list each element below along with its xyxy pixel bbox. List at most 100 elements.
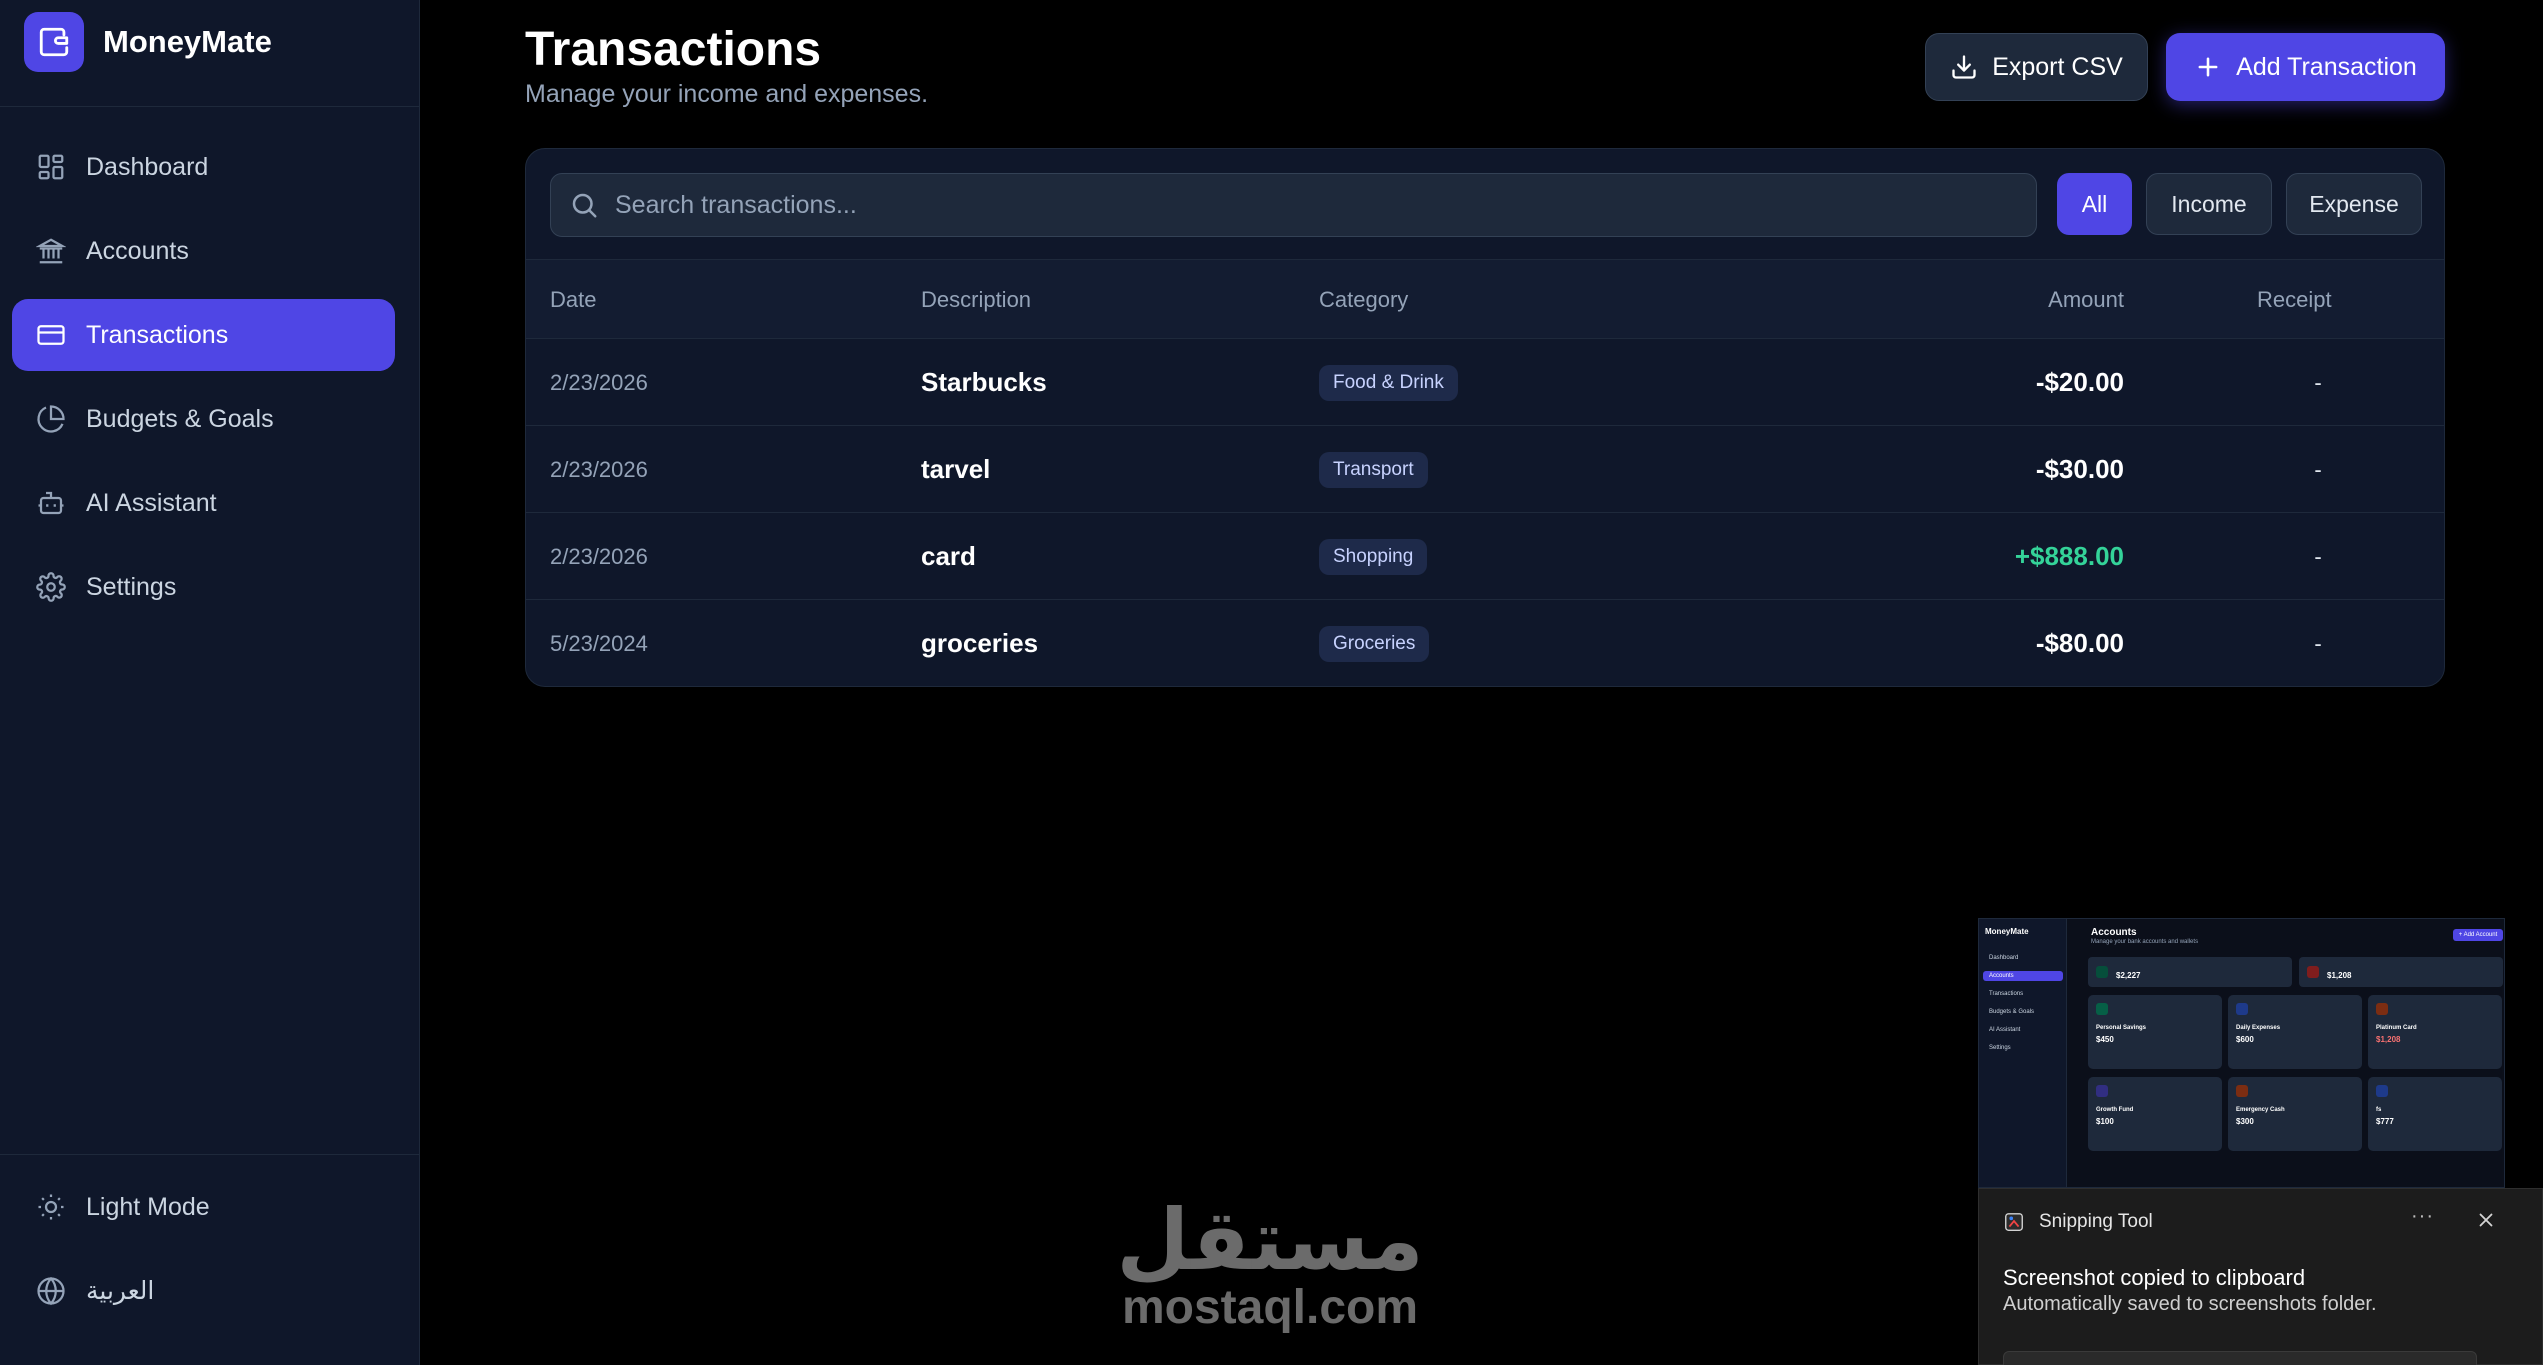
sidebar-item-budgets-goals[interactable]: Budgets & Goals bbox=[12, 383, 395, 455]
sidebar-nav: Dashboard Accounts Transactions Budgets … bbox=[12, 131, 395, 635]
watermark-arabic: مستقل bbox=[1116, 1193, 1424, 1287]
thumbnail-nav-item: Dashboard bbox=[1989, 955, 2019, 961]
thumbnail-nav-item: Accounts bbox=[1983, 971, 2063, 981]
row-description: tarvel bbox=[921, 454, 991, 484]
filter-label: Income bbox=[2171, 190, 2247, 217]
sidebar-item-dashboard[interactable]: Dashboard bbox=[12, 131, 395, 203]
thumbnail-subtitle: Manage your bank accounts and wallets bbox=[2091, 939, 2199, 945]
column-header-date[interactable]: Date bbox=[550, 260, 596, 340]
filter-label: All bbox=[2081, 190, 2108, 217]
language-toggle-label: العربية bbox=[86, 1277, 155, 1305]
thumbnail-nav-item: Transactions bbox=[1989, 991, 2024, 997]
row-amount: -$80.00 bbox=[2035, 628, 2124, 658]
row-date: 2/23/2026 bbox=[550, 369, 648, 395]
row-receipt: - bbox=[2314, 630, 2322, 656]
theme-toggle[interactable]: Light Mode bbox=[0, 1171, 420, 1243]
search-icon bbox=[572, 193, 597, 218]
sidebar-item-label: Transactions bbox=[86, 320, 229, 349]
more-options-icon[interactable]: ··· bbox=[2411, 1205, 2434, 1228]
thumbnail-account-tile: Growth Fund $100 bbox=[2088, 1077, 2222, 1151]
wallet-icon bbox=[24, 12, 84, 72]
column-header-receipt[interactable]: Receipt bbox=[2257, 260, 2332, 340]
transactions-card: All Income Expense Date Description Cate… bbox=[525, 148, 2445, 687]
notification-title: Screenshot copied to clipboard bbox=[2003, 1265, 2306, 1290]
thumbnail-sidebar: MoneyMate Dashboard Accounts Transaction… bbox=[1979, 919, 2067, 1187]
column-header-category[interactable]: Category bbox=[1319, 260, 1408, 340]
filter-all-button[interactable]: All bbox=[2057, 173, 2132, 235]
close-icon[interactable] bbox=[2475, 1209, 2497, 1231]
thumbnail-stat: $2,227 bbox=[2088, 957, 2292, 987]
add-transaction-label: Add Transaction bbox=[2236, 52, 2417, 81]
table-row[interactable]: 5/23/2024 groceries Groceries -$80.00 - bbox=[526, 600, 2444, 686]
download-icon bbox=[1952, 55, 1976, 79]
row-description: groceries bbox=[921, 628, 1039, 658]
notification-body: Automatically saved to screenshots folde… bbox=[2003, 1293, 2377, 1315]
add-transaction-button[interactable]: Add Transaction bbox=[2166, 33, 2445, 101]
screenshot-thumbnail[interactable]: MoneyMate Dashboard Accounts Transaction… bbox=[1978, 918, 2505, 1188]
snipping-tool-notification[interactable]: Snipping Tool ··· Screenshot copied to c… bbox=[1978, 1188, 2543, 1365]
sidebar-item-label: AI Assistant bbox=[86, 488, 217, 517]
category-badge: Groceries bbox=[1319, 625, 1430, 662]
card-icon bbox=[37, 325, 65, 345]
plus-icon bbox=[2198, 57, 2218, 77]
row-category: Shopping bbox=[1319, 513, 1428, 600]
sun-icon bbox=[38, 1194, 64, 1220]
table-header: Date Description Category Amount Receipt bbox=[526, 259, 2444, 340]
thumbnail-stat: $1,208 bbox=[2299, 957, 2503, 987]
row-receipt: - bbox=[2314, 369, 2322, 395]
row-date: 2/23/2026 bbox=[550, 456, 648, 482]
filter-expense-button[interactable]: Expense bbox=[2286, 173, 2422, 235]
sidebar-item-ai-assistant[interactable]: AI Assistant bbox=[12, 467, 395, 539]
filter-income-button[interactable]: Income bbox=[2146, 173, 2272, 235]
watermark: مستقل mostaql.com bbox=[1115, 1193, 1425, 1336]
sidebar-item-accounts[interactable]: Accounts bbox=[12, 215, 395, 287]
language-toggle[interactable]: العربية bbox=[0, 1255, 420, 1327]
row-date: 5/23/2024 bbox=[550, 630, 648, 656]
category-badge: Transport bbox=[1319, 451, 1428, 488]
notification-app-name: Snipping Tool bbox=[2039, 1211, 2153, 1232]
row-amount: +$888.00 bbox=[2014, 541, 2124, 571]
category-badge: Food & Drink bbox=[1319, 364, 1458, 401]
row-category: Food & Drink bbox=[1319, 339, 1458, 426]
table-row[interactable]: 2/23/2026 card Shopping +$888.00 - bbox=[526, 513, 2444, 600]
sidebar-item-settings[interactable]: Settings bbox=[12, 551, 395, 623]
bank-icon bbox=[36, 238, 66, 264]
row-category: Transport bbox=[1319, 426, 1428, 513]
gear-icon bbox=[36, 572, 66, 602]
export-csv-button[interactable]: Export CSV bbox=[1925, 33, 2148, 101]
thumbnail-account-tile: Platinum Card $1,208 bbox=[2368, 995, 2502, 1069]
thumbnail-nav-item: Budgets & Goals bbox=[1989, 1009, 2035, 1015]
watermark-latin: mostaql.com bbox=[1121, 1281, 1419, 1334]
brand[interactable]: MoneyMate bbox=[24, 12, 272, 72]
sidebar-item-label: Accounts bbox=[86, 236, 189, 265]
table-row[interactable]: 2/23/2026 tarvel Transport -$30.00 - bbox=[526, 426, 2444, 513]
row-amount: -$30.00 bbox=[2035, 454, 2124, 484]
column-header-description[interactable]: Description bbox=[921, 260, 1031, 340]
globe-icon bbox=[37, 1276, 65, 1306]
row-category: Groceries bbox=[1319, 600, 1430, 686]
thumbnail-nav-item: Settings bbox=[1989, 1045, 2011, 1051]
row-amount: -$20.00 bbox=[2035, 367, 2124, 397]
thumbnail-account-tile: Personal Savings $450 bbox=[2088, 995, 2222, 1069]
sidebar-item-label: Budgets & Goals bbox=[86, 404, 274, 433]
search-box[interactable] bbox=[550, 173, 2037, 237]
divider bbox=[0, 106, 420, 107]
pie-chart-icon bbox=[37, 405, 65, 433]
thumbnail-account-tile: Daily Expenses $600 bbox=[2228, 995, 2362, 1069]
thumbnail-nav-item: AI Assistant bbox=[1989, 1027, 2021, 1033]
dashboard-icon bbox=[38, 154, 64, 180]
page-title: Transactions bbox=[525, 23, 822, 76]
row-date: 2/23/2026 bbox=[550, 543, 648, 569]
thumbnail-account-tile: fs $777 bbox=[2368, 1077, 2502, 1151]
sidebar-item-transactions[interactable]: Transactions bbox=[12, 299, 395, 371]
sidebar-item-label: Settings bbox=[86, 572, 177, 601]
sidebar-item-label: Dashboard bbox=[86, 152, 209, 181]
table-row[interactable]: 2/23/2026 Starbucks Food & Drink -$20.00… bbox=[526, 339, 2444, 426]
search-input[interactable] bbox=[615, 190, 1995, 220]
thumbnail-brand: MoneyMate bbox=[1985, 927, 2029, 936]
row-receipt: - bbox=[2314, 456, 2322, 482]
thumbnail-account-tile: Emergency Cash $300 bbox=[2228, 1077, 2362, 1151]
thumbnail-title: Accounts bbox=[2091, 927, 2137, 938]
notification-action-area[interactable] bbox=[2003, 1351, 2477, 1365]
column-header-amount[interactable]: Amount bbox=[2048, 260, 2124, 340]
